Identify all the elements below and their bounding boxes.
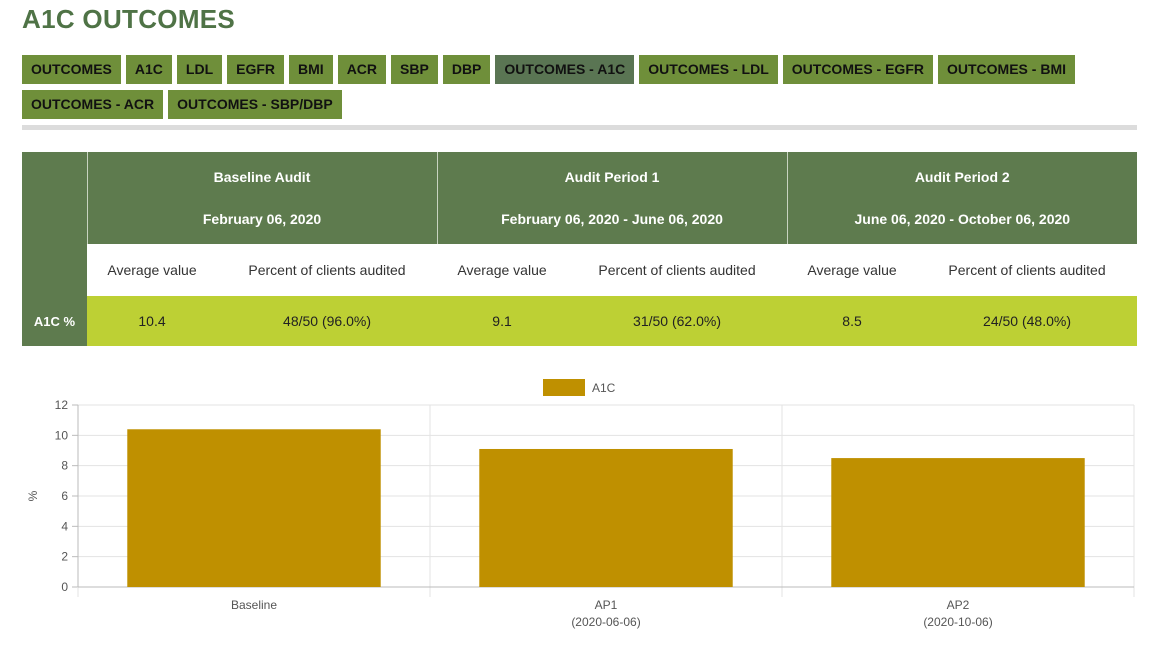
tab-outcomes-acr[interactable]: OUTCOMES - ACR xyxy=(22,90,164,119)
subheader-percent: Percent of clients audited xyxy=(917,244,1138,296)
bar-ap2 xyxy=(831,458,1085,587)
subheader-average: Average value xyxy=(787,244,918,296)
subheader-average: Average value xyxy=(437,244,568,296)
tab-outcomes-bmi[interactable]: OUTCOMES - BMI xyxy=(938,55,1075,84)
cell-percent-baseline: 48/50 (96.0%) xyxy=(217,296,438,346)
period-dates: February 06, 2020 - June 06, 2020 xyxy=(501,211,723,227)
y-tick-label: 12 xyxy=(55,398,69,412)
table-corner-cell xyxy=(22,152,87,244)
tab-outcomes[interactable]: OUTCOMES xyxy=(22,55,121,84)
x-tick-label: AP1 xyxy=(595,598,618,612)
period-header-ap2: Audit Period 2 June 06, 2020 - October 0… xyxy=(786,152,1138,244)
y-tick-label: 2 xyxy=(61,550,68,564)
y-tick-label: 0 xyxy=(61,580,68,594)
y-axis-label: % xyxy=(26,490,40,501)
row-label: A1C % xyxy=(22,296,87,346)
tab-dbp[interactable]: DBP xyxy=(442,55,491,84)
legend-swatch xyxy=(543,379,585,396)
y-tick-label: 10 xyxy=(55,428,69,442)
x-tick-label: Baseline xyxy=(231,598,277,612)
cell-percent-ap2: 24/50 (48.0%) xyxy=(917,296,1138,346)
cell-average-baseline: 10.4 xyxy=(87,296,217,346)
audit-table: Baseline Audit February 06, 2020 Audit P… xyxy=(22,152,1138,346)
table-header-row: Baseline Audit February 06, 2020 Audit P… xyxy=(22,152,1138,244)
period-header-baseline: Baseline Audit February 06, 2020 xyxy=(86,152,438,244)
legend-label: A1C xyxy=(592,381,616,395)
tab-outcomes-egfr[interactable]: OUTCOMES - EGFR xyxy=(782,55,933,84)
period-name: Audit Period 1 xyxy=(564,169,660,185)
period-name: Baseline Audit xyxy=(213,169,311,185)
bar-chart: 0 2 4 6 8 10 12 Baseline AP1 (2020-06-06) AP2 (2020… xyxy=(26,379,1135,629)
table-row: A1C % 10.4 48/50 (96.0%) 9.1 31/50 (62.0… xyxy=(22,296,1138,346)
bar-ap1 xyxy=(479,448,733,587)
tab-egfr[interactable]: EGFR xyxy=(227,55,285,84)
table-corner-cell xyxy=(22,244,87,296)
period-header-ap1: Audit Period 1 February 06, 2020 - June … xyxy=(436,152,788,244)
page-title: A1C OUTCOMES xyxy=(22,4,236,34)
period-name: Audit Period 2 xyxy=(914,169,1010,185)
subheader-average: Average value xyxy=(87,244,217,296)
cell-average-ap1: 9.1 xyxy=(437,296,568,346)
x-tick-sublabel: (2020-10-06) xyxy=(923,615,992,629)
subheader-percent: Percent of clients audited xyxy=(567,244,788,296)
tab-acr[interactable]: ACR xyxy=(337,55,387,84)
x-tick-label: AP2 xyxy=(947,598,970,612)
tab-outcomes-sbp-dbp[interactable]: OUTCOMES - SBP/DBP xyxy=(168,90,342,119)
tab-ldl[interactable]: LDL xyxy=(176,55,223,84)
cell-average-ap2: 8.5 xyxy=(787,296,918,346)
subheader-percent: Percent of clients audited xyxy=(217,244,438,296)
period-dates: February 06, 2020 xyxy=(202,211,322,227)
x-tick-sublabel: (2020-06-06) xyxy=(571,615,640,629)
tab-outcomes-ldl[interactable]: OUTCOMES - LDL xyxy=(639,55,778,84)
cell-percent-ap1: 31/50 (62.0%) xyxy=(567,296,788,346)
divider xyxy=(22,125,1137,130)
tab-a1c[interactable]: A1C xyxy=(125,55,172,84)
tab-bmi[interactable]: BMI xyxy=(289,55,333,84)
table-subheader-row: Average value Percent of clients audited… xyxy=(22,244,1138,296)
period-dates: June 06, 2020 - October 06, 2020 xyxy=(854,211,1071,227)
tab-outcomes-a1c[interactable]: OUTCOMES - A1C xyxy=(495,55,635,84)
y-tick-label: 4 xyxy=(61,519,68,533)
y-tick-label: 6 xyxy=(61,489,68,503)
tab-sbp[interactable]: SBP xyxy=(391,55,438,84)
bar-baseline xyxy=(127,429,381,587)
tab-bar: OUTCOMES A1C LDL EGFR BMI ACR SBP DBP OUTCOMES -… xyxy=(22,55,1142,119)
chart-container: 0 2 4 6 8 10 12 Baseline AP1 (2020-06-06) AP2 (2020… xyxy=(0,365,1162,651)
y-tick-label: 8 xyxy=(61,459,68,473)
